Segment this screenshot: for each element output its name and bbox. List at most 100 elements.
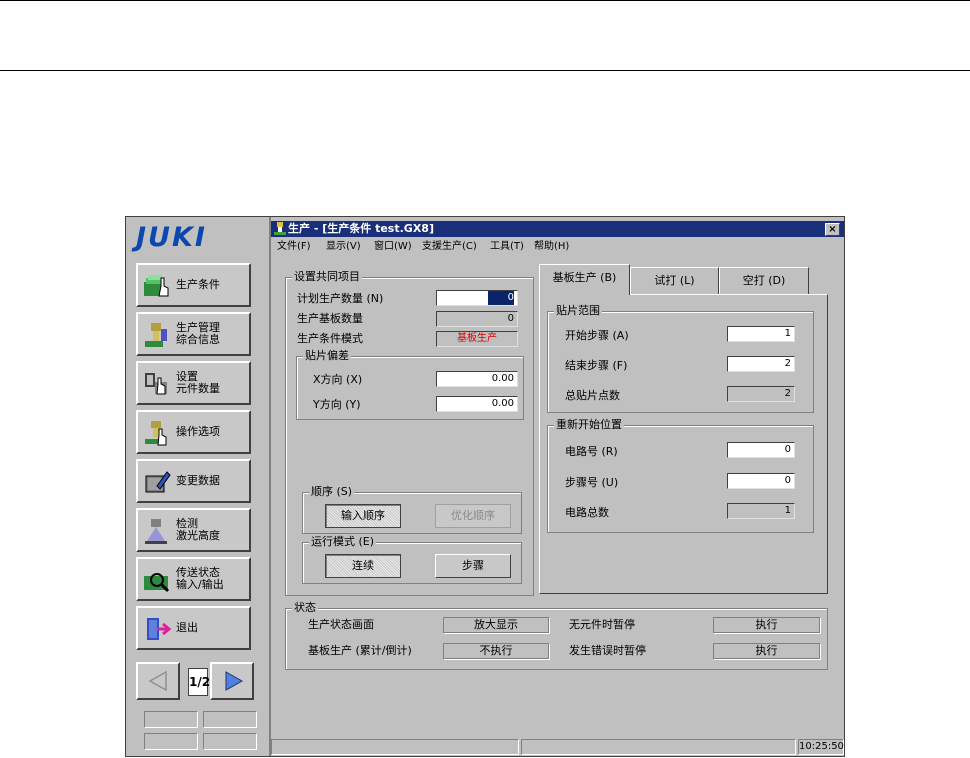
nav-exit-button[interactable]: 退出 [136, 606, 251, 650]
mode-label: 生产条件模式 [297, 332, 363, 345]
tab-dry-run[interactable]: 空打 (D) [719, 267, 809, 294]
production-management-icon [145, 323, 167, 347]
menu-file[interactable]: 文件(F) [277, 239, 311, 255]
prev-page-button[interactable] [136, 662, 180, 700]
window-title: 生产 - [生产条件 test.GX8] [288, 222, 434, 235]
circuit-no-label: 电路号 (R) [565, 445, 618, 458]
menu-view[interactable]: 显示(V) [326, 239, 361, 255]
group-title: 贴片范围 [554, 304, 602, 318]
menu-tools[interactable]: 工具(T) [490, 239, 524, 255]
nav-label: 传送状态 输入/输出 [176, 566, 224, 591]
empty-slot [203, 733, 257, 750]
operation-options-icon [145, 421, 167, 446]
left-arrow-icon [148, 670, 167, 692]
app-icon [274, 222, 286, 235]
menu-window[interactable]: 窗口(W) [374, 239, 412, 255]
change-data-icon [145, 471, 171, 493]
nav-label: 生产管理 综合信息 [176, 321, 220, 346]
page-indicator: 1/2 [188, 668, 210, 696]
production-window: 生产 - [生产条件 test.GX8] × 文件(F) 显示(V) 窗口(W)… [271, 217, 844, 756]
nav-label: 操作选项 [176, 425, 220, 438]
plan-qty-label: 计划生产数量 (N) [297, 292, 384, 305]
nav-label: 设置 元件数量 [176, 370, 220, 395]
group-title: 贴片偏差 [303, 349, 351, 363]
pager: 1/2 [136, 660, 260, 706]
menu-help[interactable]: 帮助(H) [534, 239, 569, 255]
offset-group: 贴片偏差 X方向 (X) 0.00 Y方向 (Y) 0.00 [296, 349, 524, 420]
run-mode-group: 运行模式 (E) 连续 步骤 [302, 535, 522, 584]
empty-slot [144, 733, 198, 750]
clock: 10:25:50 [798, 739, 844, 755]
empty-slot [203, 711, 257, 728]
order-group: 顺序 (S) 输入顺序 优化顺序 [302, 485, 522, 534]
mode-value: 基板生产 [436, 331, 518, 347]
nav-transfer-status-button[interactable]: 传送状态 输入/输出 [136, 557, 251, 601]
step-button[interactable]: 步骤 [435, 554, 511, 578]
nav-component-count-button[interactable]: 设置 元件数量 [136, 361, 251, 405]
no-part-pause-value: 执行 [713, 617, 820, 633]
common-settings-group: 设置共同项目 计划生产数量 (N) 0 生产基板数量 0 生产条件模式 基板生产… [285, 270, 534, 596]
circuit-total-label: 电路总数 [565, 506, 609, 519]
x-offset-input[interactable]: 0.00 [436, 371, 518, 387]
end-step-input[interactable]: 2 [727, 356, 795, 372]
error-pause-label: 发生错误时暂停 [569, 644, 646, 657]
right-arrow-icon [225, 671, 244, 691]
no-part-pause-label: 无元件时暂停 [569, 618, 635, 631]
start-step-label: 开始步骤 (A) [565, 329, 629, 342]
menu-bar: 文件(F) 显示(V) 窗口(W) 支援生产(C) 工具(T) 帮助(H) [271, 239, 844, 255]
tab-board-production[interactable]: 基板生产 (B) [539, 264, 630, 295]
circuit-no-input[interactable]: 0 [727, 442, 795, 458]
restart-position-group: 重新开始位置 电路号 (R) 0 步骤号 (U) 0 电路总数 1 [547, 418, 814, 533]
board-qty-label: 生产基板数量 [297, 312, 363, 325]
status-cell [271, 739, 519, 755]
top-rule [0, 0, 970, 1]
header-rule [0, 70, 970, 71]
exit-icon [147, 618, 171, 640]
board-count-value: 不执行 [443, 643, 549, 659]
tab-trial[interactable]: 试打 (L) [630, 267, 719, 294]
board-count-label: 基板生产 (累计/倒计) [308, 644, 412, 657]
optimize-order-button[interactable]: 优化顺序 [435, 504, 511, 528]
status-screen-value: 放大显示 [443, 617, 549, 633]
juki-logo: JUKI [136, 222, 207, 253]
nav-label: 变更数据 [176, 474, 220, 487]
placement-range-group: 贴片范围 开始步骤 (A) 1 结束步骤 (F) 2 总贴片点数 2 [547, 304, 814, 413]
nav-production-condition-button[interactable]: 生产条件 [136, 263, 251, 307]
nav-change-data-button[interactable]: 变更数据 [136, 459, 251, 503]
circuit-total-value: 1 [727, 503, 795, 519]
total-points-label: 总贴片点数 [565, 389, 620, 402]
error-pause-value: 执行 [713, 643, 820, 659]
close-button[interactable]: × [825, 223, 840, 236]
nav-laser-height-button[interactable]: 检测 激光高度 [136, 508, 251, 552]
nav-production-management-button[interactable]: 生产管理 综合信息 [136, 312, 251, 356]
machine-screen: JUKI 生产条件 生产管理 综合信息 设置 元件数量 操作选项 变更数据 检测… [125, 216, 845, 757]
input-order-button[interactable]: 输入顺序 [325, 504, 401, 528]
start-step-input[interactable]: 1 [727, 326, 795, 342]
status-cell [521, 739, 796, 755]
step-no-label: 步骤号 (U) [565, 476, 619, 489]
continuous-button[interactable]: 连续 [325, 554, 401, 578]
board-qty-value: 0 [436, 311, 518, 327]
production-condition-icon [144, 275, 169, 297]
x-offset-label: X方向 (X) [313, 373, 363, 386]
step-no-input[interactable]: 0 [727, 473, 795, 489]
nav-label: 退出 [176, 621, 198, 634]
nav-label: 检测 激光高度 [176, 517, 220, 542]
group-title: 设置共同项目 [292, 270, 362, 284]
nav-operation-options-button[interactable]: 操作选项 [136, 410, 251, 454]
y-offset-input[interactable]: 0.00 [436, 396, 518, 412]
component-count-icon [145, 373, 167, 395]
nav-label: 生产条件 [176, 278, 220, 291]
plan-qty-input[interactable]: 0 [436, 290, 518, 306]
y-offset-label: Y方向 (Y) [313, 398, 361, 411]
menu-support[interactable]: 支援生产(C) [422, 239, 477, 255]
title-bar: 生产 - [生产条件 test.GX8] × [271, 221, 844, 237]
group-title: 运行模式 (E) [309, 535, 377, 549]
status-group: 状态 生产状态画面 放大显示 无元件时暂停 执行 基板生产 (累计/倒计) 不执… [285, 601, 828, 670]
next-page-button[interactable] [210, 662, 254, 700]
end-step-label: 结束步骤 (F) [565, 359, 628, 372]
group-title: 重新开始位置 [554, 418, 624, 432]
group-title: 状态 [292, 601, 318, 615]
group-title: 顺序 (S) [309, 485, 355, 499]
tab-panel: 贴片范围 开始步骤 (A) 1 结束步骤 (F) 2 总贴片点数 2 重新开始位… [539, 294, 828, 594]
